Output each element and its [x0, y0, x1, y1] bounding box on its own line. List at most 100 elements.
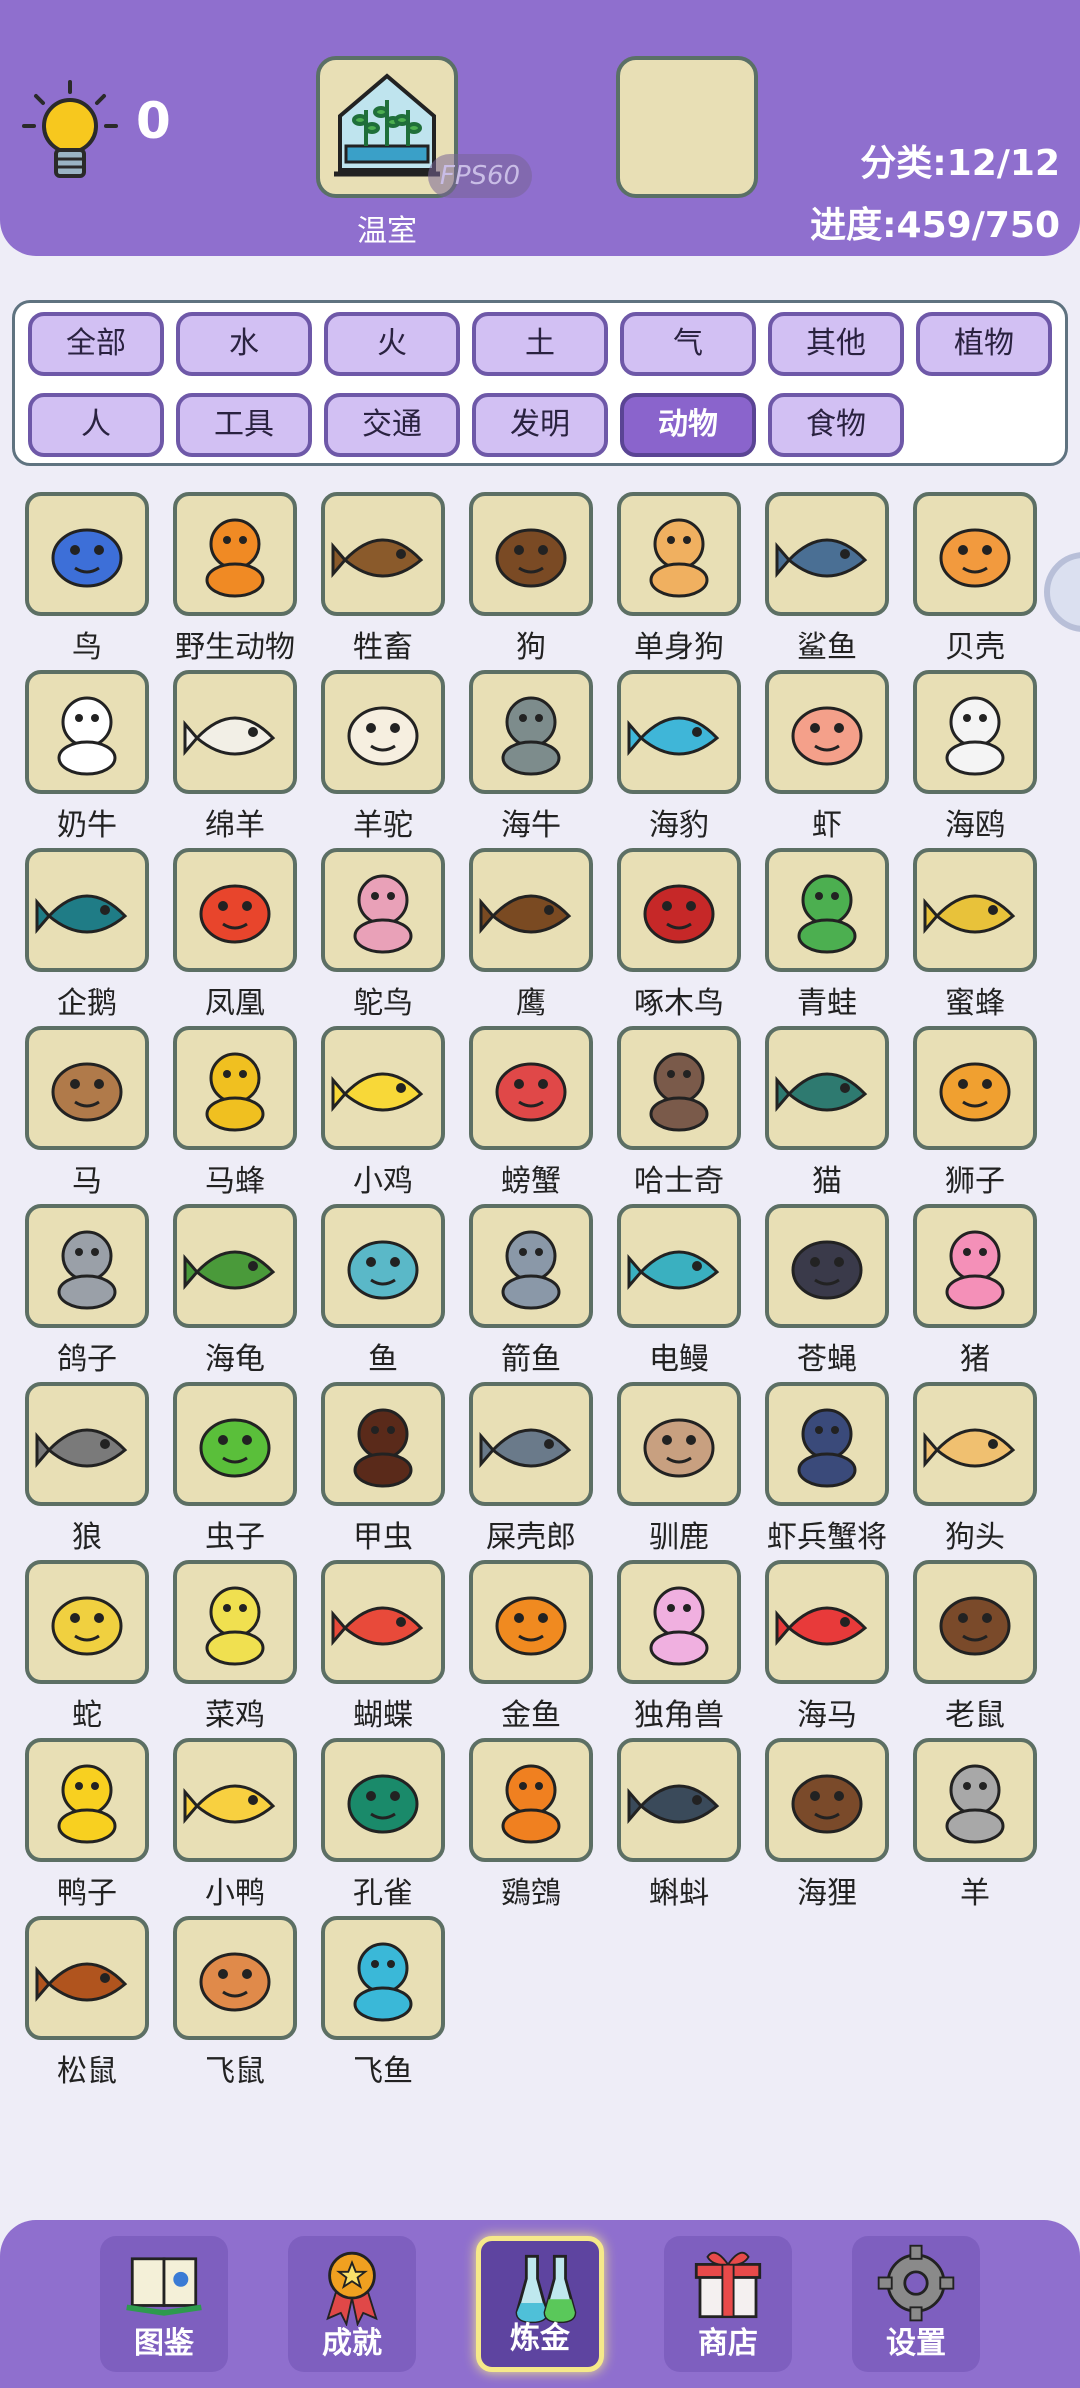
category-tab[interactable]: 交通: [324, 393, 460, 457]
side-tab-handle[interactable]: [1044, 552, 1080, 632]
category-tab[interactable]: 植物: [916, 312, 1052, 376]
element-card[interactable]: [913, 1026, 1037, 1150]
element-card[interactable]: [765, 1026, 889, 1150]
element-card[interactable]: [913, 492, 1037, 616]
element-card[interactable]: [173, 1916, 297, 2040]
category-tab[interactable]: 人: [28, 393, 164, 457]
category-tab[interactable]: 土: [472, 312, 608, 376]
category-tab[interactable]: 发明: [472, 393, 608, 457]
element-label: 海鸥: [945, 808, 1005, 843]
element-card[interactable]: [617, 492, 741, 616]
element-card[interactable]: [25, 1382, 149, 1506]
element-card[interactable]: [173, 1738, 297, 1862]
element-card[interactable]: [321, 1916, 445, 2040]
ostrich-icon: [331, 856, 435, 964]
element-card[interactable]: [469, 1382, 593, 1506]
element-card[interactable]: [25, 1738, 149, 1862]
element-card[interactable]: [321, 1560, 445, 1684]
category-tab[interactable]: 食物: [768, 393, 904, 457]
element-card[interactable]: [617, 1204, 741, 1328]
element-label: 凤凰: [205, 986, 265, 1021]
element-card[interactable]: [173, 1026, 297, 1150]
lightbulb-icon[interactable]: [22, 78, 118, 184]
element-card[interactable]: [765, 1204, 889, 1328]
reindeer-icon: [627, 1390, 731, 1498]
element-card[interactable]: [25, 1204, 149, 1328]
category-tab[interactable]: 全部: [28, 312, 164, 376]
element-card[interactable]: [765, 670, 889, 794]
element-card[interactable]: [469, 492, 593, 616]
element-card[interactable]: [25, 1916, 149, 2040]
element-card[interactable]: [173, 1382, 297, 1506]
element-card[interactable]: [617, 1738, 741, 1862]
element-label: 鸽子: [57, 1342, 117, 1377]
bottom-nav: 图鉴 成就 炼金 商店 设置: [0, 2220, 1080, 2388]
nav-item[interactable]: 商店: [664, 2236, 792, 2372]
element-card[interactable]: [617, 1382, 741, 1506]
element-label: 海龟: [205, 1342, 265, 1377]
element-card[interactable]: [469, 1204, 593, 1328]
element-card[interactable]: [469, 1738, 593, 1862]
element-card[interactable]: [765, 1382, 889, 1506]
element-card[interactable]: [913, 1204, 1037, 1328]
fly-icon: [775, 1212, 879, 1320]
element-label: 孔雀: [353, 1876, 413, 1911]
element-card[interactable]: [173, 492, 297, 616]
element-card[interactable]: [321, 492, 445, 616]
element-card[interactable]: [617, 848, 741, 972]
element-label: 老鼠: [945, 1698, 1005, 1733]
element-card[interactable]: [765, 492, 889, 616]
duckling-icon: [183, 1746, 287, 1854]
element-card[interactable]: [173, 1560, 297, 1684]
element-card[interactable]: [617, 1560, 741, 1684]
element-label: 猪: [960, 1342, 990, 1377]
element-card[interactable]: [765, 1560, 889, 1684]
element-card[interactable]: [913, 848, 1037, 972]
pigeon-icon: [35, 1212, 139, 1320]
element-card[interactable]: [25, 1560, 149, 1684]
nav-item[interactable]: 成就: [288, 2236, 416, 2372]
element-card[interactable]: [25, 492, 149, 616]
category-tab[interactable]: 气: [620, 312, 756, 376]
element-card[interactable]: [765, 1738, 889, 1862]
combine-slot-2[interactable]: [616, 56, 758, 198]
element-card[interactable]: [25, 848, 149, 972]
element-card[interactable]: [321, 1382, 445, 1506]
element-label: 野生动物: [175, 630, 295, 665]
element-card[interactable]: [765, 848, 889, 972]
element-card[interactable]: [617, 670, 741, 794]
nav-item[interactable]: 炼金: [476, 2236, 604, 2372]
element-card[interactable]: [321, 1026, 445, 1150]
peacock-icon: [331, 1746, 435, 1854]
element-card[interactable]: [913, 1560, 1037, 1684]
nav-label: 设置: [886, 2326, 946, 2361]
element-card[interactable]: [469, 670, 593, 794]
element-card[interactable]: [913, 1382, 1037, 1506]
element-card[interactable]: [173, 670, 297, 794]
element-card[interactable]: [913, 670, 1037, 794]
nav-item[interactable]: 设置: [852, 2236, 980, 2372]
element-label: 鸵鸟: [353, 986, 413, 1021]
element-card[interactable]: [321, 1738, 445, 1862]
category-tab[interactable]: 水: [176, 312, 312, 376]
element-card[interactable]: [25, 670, 149, 794]
element-card[interactable]: [173, 848, 297, 972]
shark-icon: [775, 500, 879, 608]
element-label: 螃蟹: [501, 1164, 561, 1199]
element-card[interactable]: [617, 1026, 741, 1150]
element-card[interactable]: [321, 670, 445, 794]
category-tab[interactable]: 其他: [768, 312, 904, 376]
nav-item[interactable]: 图鉴: [100, 2236, 228, 2372]
element-card[interactable]: [469, 1026, 593, 1150]
element-card[interactable]: [469, 1560, 593, 1684]
category-tab[interactable]: 火: [324, 312, 460, 376]
seal-icon: [627, 678, 731, 786]
element-card[interactable]: [173, 1204, 297, 1328]
element-card[interactable]: [25, 1026, 149, 1150]
category-tab[interactable]: 工具: [176, 393, 312, 457]
element-card[interactable]: [321, 848, 445, 972]
category-tab[interactable]: 动物: [620, 393, 756, 457]
element-card[interactable]: [469, 848, 593, 972]
element-card[interactable]: [913, 1738, 1037, 1862]
element-card[interactable]: [321, 1204, 445, 1328]
